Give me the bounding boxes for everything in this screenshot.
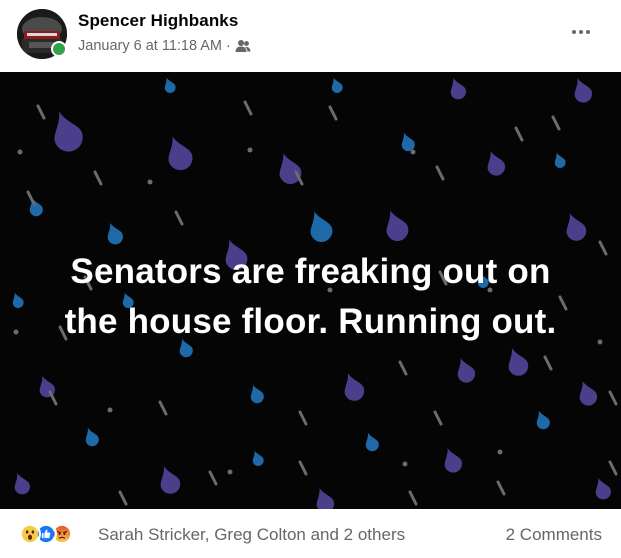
rain-streak — [608, 460, 618, 476]
rain-streak — [496, 480, 506, 496]
rain-streak — [208, 470, 218, 486]
post-header: Spencer Highbanks January 6 at 11:18 AM … — [0, 0, 621, 72]
rain-streak — [174, 210, 184, 226]
more-options-icon — [572, 30, 576, 34]
post-text-line-1: Senators are freaking out on — [70, 252, 551, 291]
raindrop-icon — [29, 197, 43, 217]
raindrop-icon — [250, 384, 264, 404]
wow-reaction-icon[interactable] — [19, 523, 41, 545]
rain-streak — [93, 170, 103, 186]
reaction-names[interactable]: Sarah Stricker, Greg Colton and 2 others — [98, 525, 405, 545]
rain-streak — [158, 400, 168, 416]
post-timestamp[interactable]: January 6 at 11:18 AM — [78, 38, 222, 54]
rain-streak — [543, 355, 553, 371]
post-text: Senators are freaking out on the house f… — [0, 247, 621, 347]
rain-dot — [107, 407, 113, 413]
raindrop-icon — [39, 375, 55, 398]
post-image[interactable]: Senators are freaking out on the house f… — [0, 72, 621, 509]
raindrop-icon — [450, 77, 466, 100]
more-dot — [579, 30, 583, 34]
raindrop-icon — [566, 213, 587, 241]
post-text-line-2: the house floor. Running out. — [64, 302, 557, 341]
rain-streak — [243, 100, 253, 116]
raindrop-icon — [365, 432, 379, 452]
raindrop-icon — [252, 450, 264, 466]
raindrop-icon — [160, 466, 181, 494]
raindrop-icon — [386, 210, 409, 241]
rain-streak — [408, 490, 418, 506]
rain-streak — [398, 360, 408, 376]
raindrop-icon — [168, 136, 193, 171]
rain-dot — [410, 149, 416, 155]
more-options-button[interactable] — [569, 20, 593, 44]
rain-dot — [227, 469, 233, 475]
friends-icon[interactable] — [235, 39, 251, 53]
rain-dot — [17, 149, 23, 155]
rain-streak — [514, 126, 524, 142]
more-dot — [586, 30, 590, 34]
rain-streak — [26, 190, 36, 206]
rain-streak — [298, 410, 308, 426]
raindrop-icon — [487, 150, 506, 176]
author-avatar[interactable] — [17, 9, 67, 59]
rain-dot — [402, 461, 408, 467]
rain-streak — [435, 165, 445, 181]
raindrop-icon — [310, 211, 333, 242]
rain-streak — [608, 390, 618, 406]
raindrop-icon — [595, 477, 611, 500]
raindrop-icon — [444, 447, 463, 473]
online-status-dot — [51, 41, 67, 57]
rain-streak — [433, 410, 443, 426]
raindrop-icon — [508, 348, 529, 376]
meta-separator: · — [226, 38, 231, 54]
rain-dot — [147, 179, 153, 185]
rain-streak — [118, 490, 128, 506]
raindrop-icon — [316, 487, 335, 509]
raindrop-icon — [457, 357, 476, 383]
raindrop-icon — [14, 472, 30, 495]
comments-count-link[interactable]: 2 Comments — [506, 525, 602, 545]
raindrop-icon — [85, 427, 99, 447]
post-footer: Sarah Stricker, Greg Colton and 2 others… — [0, 509, 621, 558]
rain-streak — [551, 115, 561, 131]
reactions-bar[interactable] — [19, 523, 73, 545]
raindrop-icon — [344, 373, 365, 401]
rain-streak — [36, 104, 46, 120]
author-name[interactable]: Spencer Highbanks — [78, 11, 238, 31]
rain-dot — [497, 449, 503, 455]
raindrop-icon — [54, 111, 83, 152]
raindrop-icon — [331, 77, 343, 93]
raindrop-icon — [107, 222, 123, 245]
raindrop-icon — [579, 380, 598, 406]
raindrop-icon — [554, 152, 566, 168]
raindrop-icon — [536, 410, 550, 430]
raindrop-icon — [574, 77, 593, 103]
rain-dot — [247, 147, 253, 153]
post-meta: January 6 at 11:18 AM · — [78, 38, 251, 54]
rain-streak — [298, 460, 308, 476]
raindrop-icon — [164, 77, 176, 93]
rain-streak — [328, 105, 338, 121]
